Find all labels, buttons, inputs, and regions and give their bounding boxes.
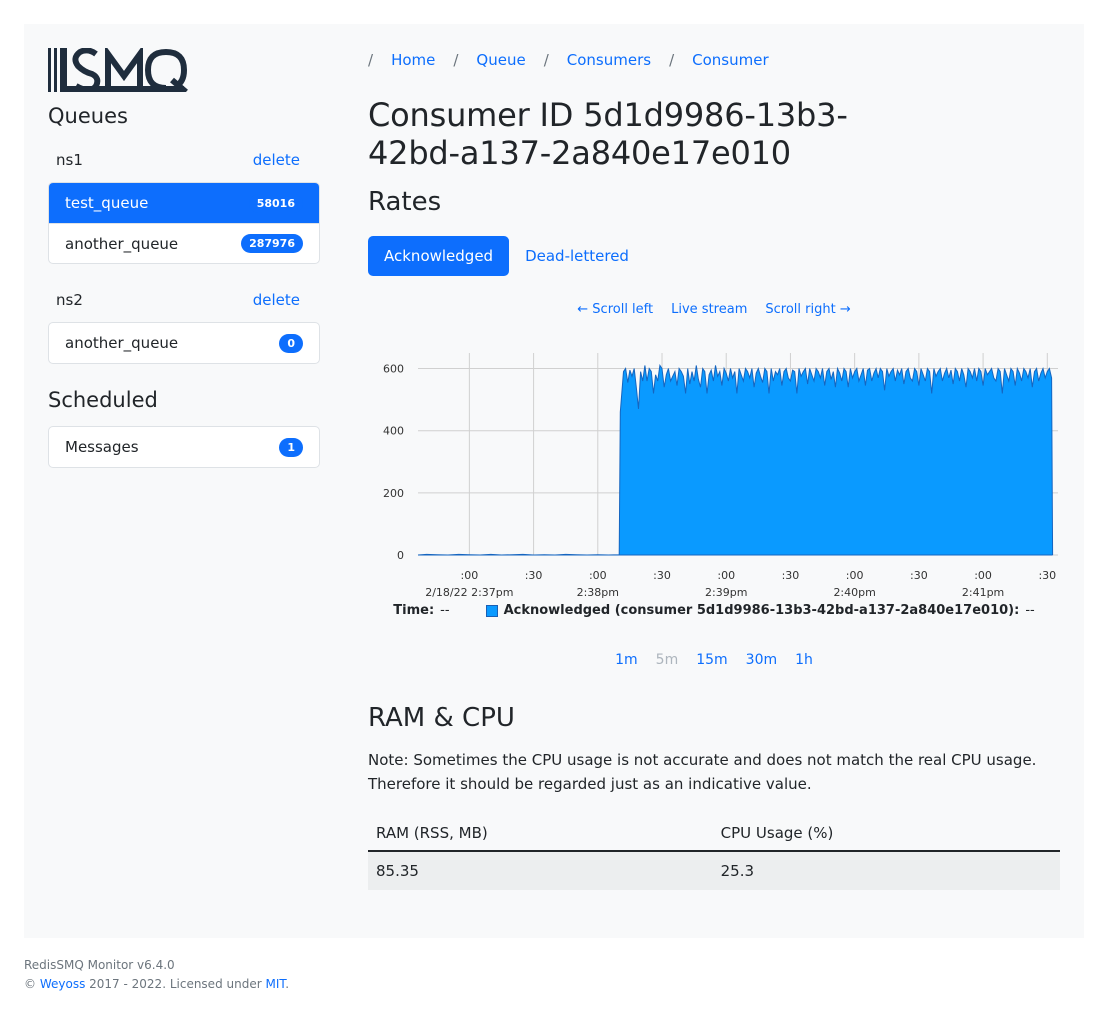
copyright-years: 2017 - 2022. Licensed under: [89, 977, 262, 991]
namespace-row: ns1 delete: [48, 142, 320, 178]
main-content: / Home / Queue / Consumers / Consumer Co…: [344, 24, 1084, 938]
queue-count-badge: 58016: [248, 193, 303, 213]
range-1h[interactable]: 1h: [795, 652, 813, 668]
table-header-row: RAM (RSS, MB) CPU Usage (%): [368, 816, 1060, 852]
legend-series-value: --: [1025, 603, 1035, 618]
y-tick-label: 200: [383, 487, 404, 500]
x-tick-label: :30: [1038, 569, 1056, 582]
x-tick-label: :30: [653, 569, 671, 582]
namespace-name: ns1: [56, 151, 83, 169]
breadcrumb-separator: /: [368, 51, 374, 69]
y-tick-label: 400: [383, 425, 404, 438]
x-tick-sublabel: 2:38pm: [577, 586, 619, 599]
copyright-text: © Weyoss 2017 - 2022. Licensed under MIT…: [24, 975, 289, 994]
rates-chart-svg: 0 200 400 600 :00 2/18/22 2:37pm :30 :00 2:38pm:…: [383, 353, 1058, 599]
y-tick-label: 0: [397, 549, 404, 562]
series-area: [417, 364, 1054, 556]
breadcrumb-home[interactable]: Home: [391, 51, 435, 69]
scheduled-list: Messages 1: [48, 426, 320, 468]
scheduled-item[interactable]: Messages 1: [49, 427, 319, 467]
column-header: RAM (RSS, MB): [368, 816, 713, 852]
legend-time-label: Time:: [393, 603, 435, 618]
queue-count-badge: 0: [279, 333, 303, 353]
rates-chart[interactable]: 0 200 400 600 :00 2/18/22 2:37pm :30 :00 2:38pm:…: [368, 343, 1060, 603]
x-tick-label: :30: [782, 569, 800, 582]
x-tick-sublabel: 2:41pm: [962, 586, 1004, 599]
scroll-right-link[interactable]: Scroll right →: [765, 302, 850, 317]
author-link[interactable]: Weyoss: [40, 977, 86, 991]
rates-tabs: Acknowledged Dead-lettered: [368, 236, 1060, 276]
range-5m: 5m: [655, 652, 679, 668]
x-tick-sublabel: 2:39pm: [705, 586, 747, 599]
breadcrumb-consumers[interactable]: Consumers: [567, 51, 651, 69]
x-tick-label: :00: [717, 569, 735, 582]
scheduled-count-badge: 1: [279, 437, 303, 457]
copyright-period: .: [285, 977, 290, 991]
logo[interactable]: [48, 48, 320, 92]
legend-time-value: --: [440, 603, 450, 618]
cpu-value: 25.3: [712, 851, 1060, 890]
queue-list: test_queue 58016 another_queue 287976: [48, 182, 320, 264]
breadcrumb-separator: /: [453, 51, 459, 69]
app-container: Queues ns1 delete test_queue 58016 anoth…: [24, 24, 1084, 938]
scroll-left-link[interactable]: ← Scroll left: [577, 302, 653, 317]
tab-dead-lettered[interactable]: Dead-lettered: [509, 236, 645, 276]
x-tick-label: :30: [525, 569, 543, 582]
sidebar: Queues ns1 delete test_queue 58016 anoth…: [24, 24, 344, 938]
version-text: RedisSMQ Monitor v6.4.0: [24, 958, 175, 972]
breadcrumb: / Home / Queue / Consumers / Consumer: [368, 24, 1060, 96]
copyright-symbol: ©: [24, 977, 36, 991]
ram-cpu-table: RAM (RSS, MB) CPU Usage (%) 85.35 25.3: [368, 816, 1060, 890]
ram-cpu-heading: RAM & CPU: [368, 703, 515, 733]
chart-legend: Time: -- Acknowledged (consumer 5d1d9986…: [368, 603, 1060, 618]
namespace-name: ns2: [56, 291, 83, 309]
legend-series-label: Acknowledged (consumer 5d1d9986-13b3-42b…: [503, 603, 1020, 618]
tab-acknowledged[interactable]: Acknowledged: [368, 236, 510, 276]
queue-item[interactable]: another_queue 0: [49, 323, 319, 363]
breadcrumb-consumer[interactable]: Consumer: [692, 51, 769, 69]
x-tick-label: :00: [461, 569, 479, 582]
chart-scroll-controls: ← Scroll left Live stream Scroll right →: [368, 302, 1060, 317]
delete-namespace-button[interactable]: delete: [253, 291, 300, 309]
range-15m[interactable]: 15m: [696, 652, 727, 668]
legend-swatch-icon: [485, 604, 498, 617]
y-tick-label: 600: [383, 363, 404, 376]
range-30m[interactable]: 30m: [746, 652, 777, 668]
page-title: Consumer ID 5d1d9986-13b3-42bd-a137-2a84…: [368, 96, 848, 172]
rsmq-logo-icon: [48, 48, 188, 92]
queue-name: another_queue: [65, 234, 179, 253]
queue-item[interactable]: another_queue 287976: [49, 223, 319, 263]
ram-value: 85.35: [368, 851, 713, 890]
breadcrumb-separator: /: [543, 51, 549, 69]
time-range-selector: 1m 5m 15m 30m 1h: [368, 652, 1060, 668]
x-tick-label: :00: [589, 569, 607, 582]
delete-namespace-button[interactable]: delete: [253, 151, 300, 169]
x-tick-label: :30: [910, 569, 928, 582]
range-1m[interactable]: 1m: [615, 652, 638, 668]
license-link[interactable]: MIT: [265, 977, 285, 991]
namespace-row: ns2 delete: [48, 282, 320, 318]
scheduled-name: Messages: [65, 438, 139, 456]
queue-count-badge: 287976: [241, 234, 303, 253]
breadcrumb-separator: /: [669, 51, 675, 69]
x-tick-sublabel: 2/18/22 2:37pm: [425, 586, 513, 599]
x-tick-label: :00: [846, 569, 864, 582]
queue-name: another_queue: [65, 334, 179, 352]
breadcrumb-queue[interactable]: Queue: [476, 51, 525, 69]
queues-heading: Queues: [48, 104, 128, 128]
x-tick-sublabel: 2:40pm: [833, 586, 875, 599]
rates-heading: Rates: [368, 187, 442, 217]
table-row: 85.35 25.3: [368, 851, 1060, 890]
cpu-note: Note: Sometimes the CPU usage is not acc…: [368, 751, 1037, 793]
live-stream-link[interactable]: Live stream: [671, 302, 747, 317]
footer: RedisSMQ Monitor v6.4.0 © Weyoss 2017 - …: [24, 956, 289, 994]
column-header: CPU Usage (%): [712, 816, 1060, 852]
queue-name: test_queue: [65, 194, 149, 212]
queue-list: another_queue 0: [48, 322, 320, 364]
scheduled-heading: Scheduled: [48, 388, 158, 412]
queue-item[interactable]: test_queue 58016: [49, 183, 319, 223]
x-tick-label: :00: [974, 569, 992, 582]
